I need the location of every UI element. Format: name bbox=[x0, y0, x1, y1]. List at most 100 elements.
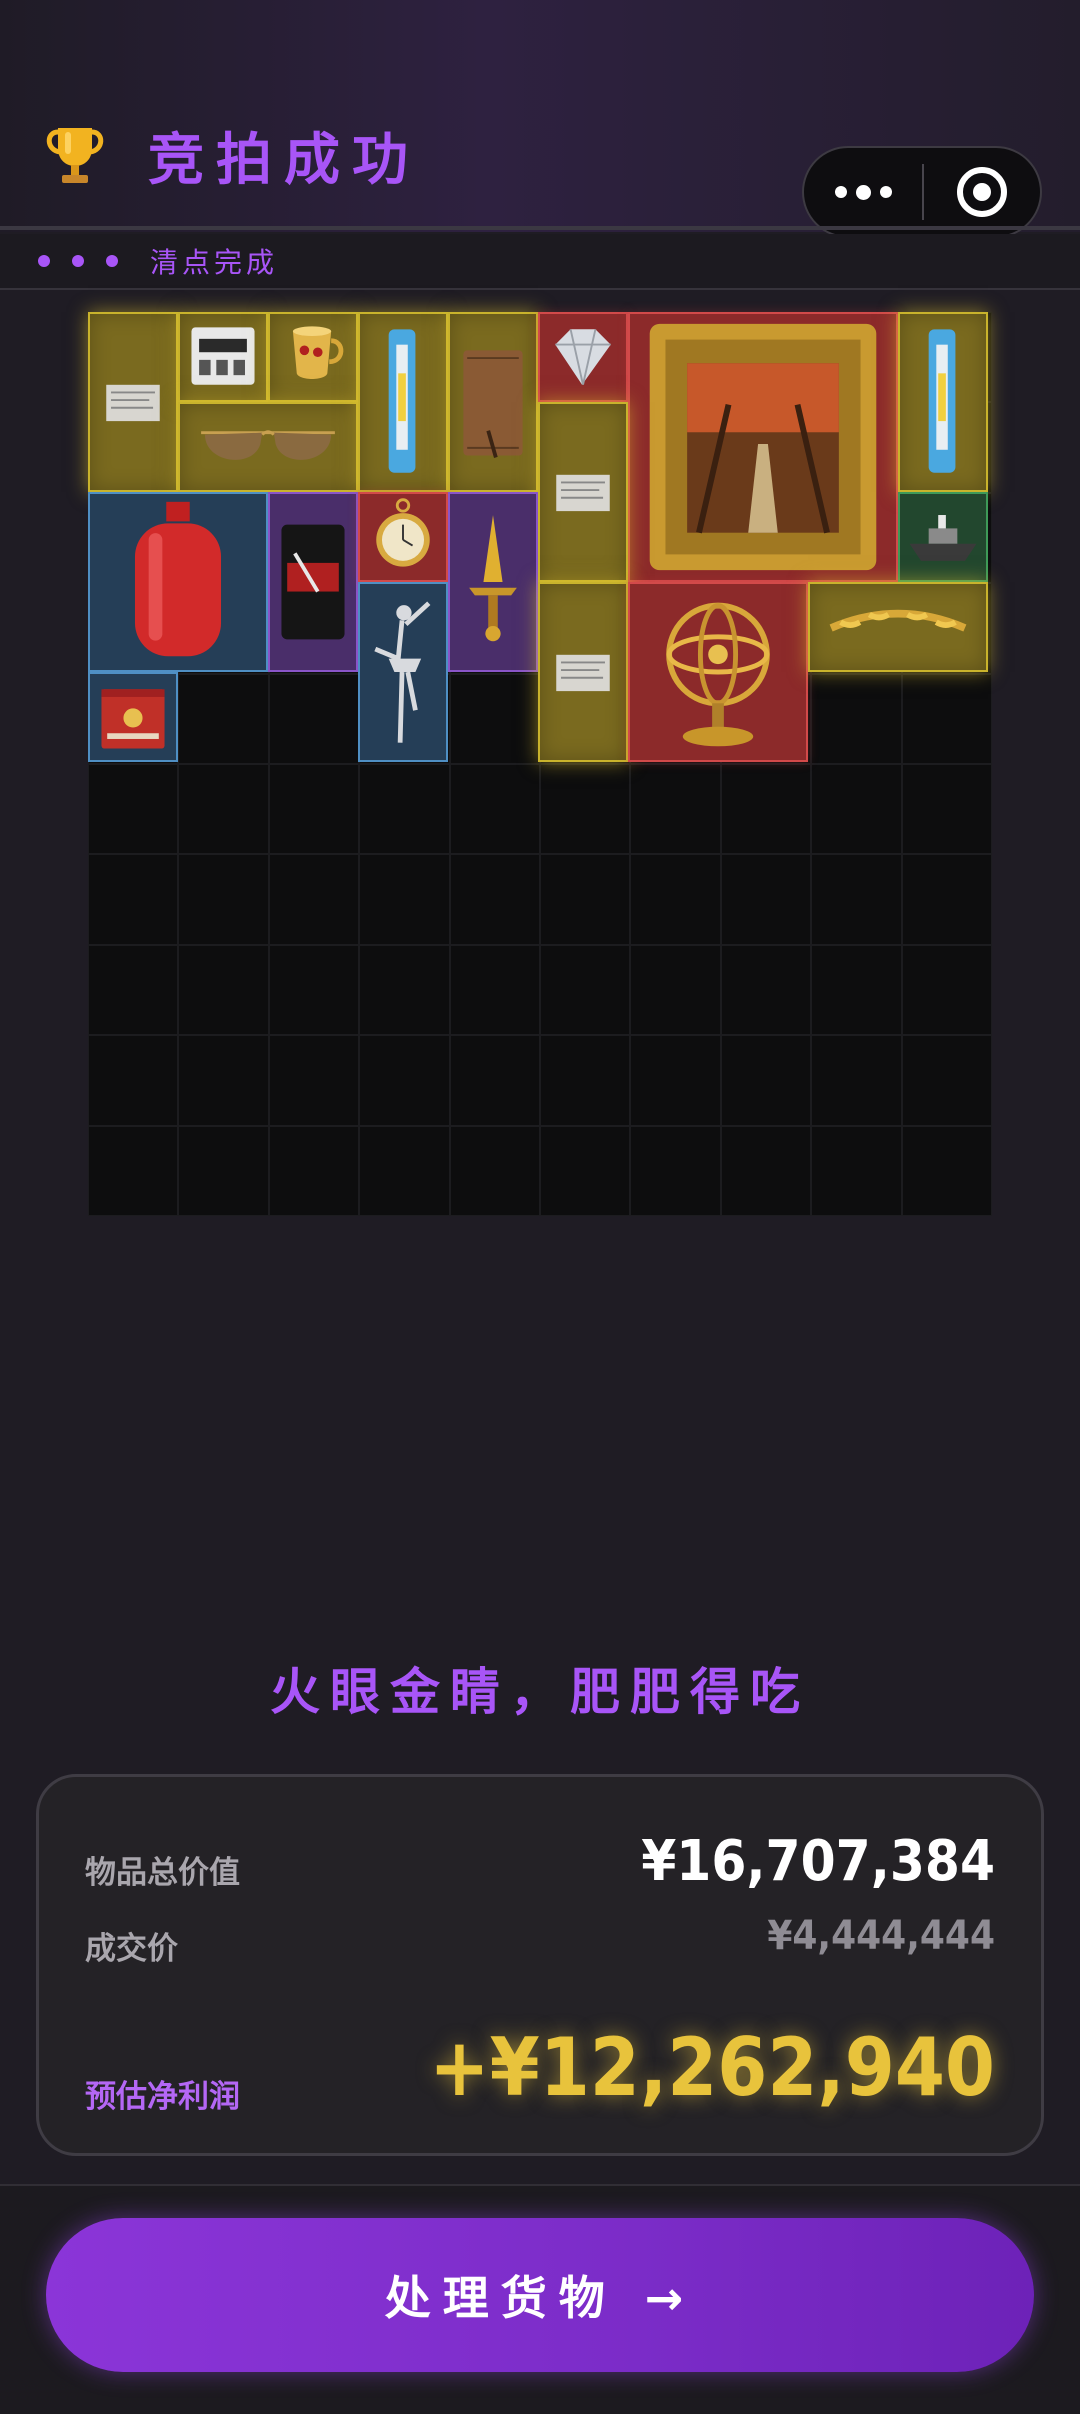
tin-box-icon bbox=[101, 689, 165, 749]
grid-cell bbox=[359, 1125, 450, 1216]
page-title: 竞拍成功 bbox=[148, 127, 420, 193]
grid-cell bbox=[449, 673, 540, 764]
grid-cell bbox=[901, 673, 992, 764]
ship-icon bbox=[909, 515, 977, 561]
header-divider bbox=[0, 226, 1080, 230]
item-paper-document[interactable] bbox=[88, 312, 178, 492]
dagger-icon bbox=[469, 515, 517, 642]
grid-cell bbox=[540, 944, 631, 1036]
item-golden-dagger[interactable] bbox=[448, 492, 538, 672]
grid-cell bbox=[359, 1035, 450, 1126]
inventory-grid bbox=[88, 312, 992, 1216]
item-armillary-sphere[interactable] bbox=[628, 582, 808, 762]
status-dot bbox=[106, 255, 118, 267]
item-syringe-2[interactable] bbox=[898, 312, 988, 492]
syringe-icon bbox=[928, 329, 956, 473]
grid-cell bbox=[901, 854, 992, 945]
grid-cell bbox=[268, 673, 360, 764]
grid-cell bbox=[720, 944, 812, 1036]
status-text: 清点完成 bbox=[150, 246, 279, 279]
grid-cell bbox=[540, 764, 631, 855]
grid-cell bbox=[449, 1125, 540, 1216]
item-electric-meter[interactable] bbox=[178, 312, 268, 402]
deal-price-amount: ¥4,444,444 bbox=[767, 1913, 995, 1959]
armillary-sphere-icon bbox=[666, 602, 770, 747]
deal-price-label: 成交价 bbox=[85, 1931, 178, 1967]
grid-cell bbox=[449, 944, 540, 1036]
status-dot bbox=[38, 255, 50, 267]
more-button[interactable] bbox=[804, 148, 922, 236]
item-pocket-watch[interactable] bbox=[358, 492, 448, 582]
item-ballerina-statue[interactable] bbox=[358, 582, 448, 762]
gold-cup-icon bbox=[292, 326, 344, 379]
item-aviator-sunglasses[interactable] bbox=[178, 402, 358, 492]
grid-cell bbox=[178, 673, 269, 764]
grid-cell bbox=[540, 1035, 631, 1126]
grid-cell bbox=[811, 673, 902, 764]
item-laurel-crown[interactable] bbox=[808, 582, 988, 672]
electric-meter-icon bbox=[191, 327, 255, 385]
grid-cell bbox=[630, 1035, 721, 1126]
item-gas-cylinder[interactable] bbox=[88, 492, 268, 672]
grid-cell bbox=[268, 944, 360, 1036]
header-title-group: 竞拍成功 bbox=[40, 120, 420, 193]
trophy-icon bbox=[46, 128, 104, 183]
grid-cell bbox=[901, 764, 992, 855]
slogan-text: 火眼金睛，肥肥得吃 bbox=[270, 1663, 810, 1721]
grid-cell bbox=[720, 1125, 812, 1216]
item-leather-notebook[interactable] bbox=[448, 312, 538, 492]
more-dots-icon bbox=[834, 186, 847, 198]
grid-cell bbox=[268, 854, 360, 945]
grid-cell bbox=[359, 944, 450, 1036]
grid-cell bbox=[88, 944, 179, 1036]
grid-cell bbox=[901, 1035, 992, 1126]
grid-cell bbox=[811, 944, 902, 1036]
item-ship-model[interactable] bbox=[898, 492, 988, 582]
notebook-icon bbox=[463, 350, 523, 458]
close-miniapp-button[interactable] bbox=[924, 148, 1040, 236]
header-bar: 竞拍成功 bbox=[0, 0, 1080, 238]
grid-cell bbox=[88, 854, 179, 945]
item-gold-cup[interactable] bbox=[268, 312, 358, 402]
coffee-bag-icon bbox=[281, 524, 345, 640]
item-oil-painting[interactable] bbox=[628, 312, 898, 582]
grid-cell bbox=[811, 764, 902, 855]
grid-cell bbox=[268, 1035, 360, 1126]
grid-cell bbox=[268, 764, 360, 855]
paper-icon bbox=[106, 384, 160, 422]
paper-icon bbox=[556, 654, 610, 692]
item-paper-document-2[interactable] bbox=[538, 402, 628, 582]
item-diamond[interactable] bbox=[538, 312, 628, 402]
grid-cell bbox=[88, 764, 179, 855]
process-goods-button[interactable]: 处理货物 → bbox=[46, 2218, 1034, 2372]
grid-cell bbox=[811, 854, 902, 945]
grid-cell bbox=[901, 1125, 992, 1216]
grid-cell bbox=[88, 1035, 179, 1126]
profit-summary-card: 物品总价值 ¥16,707,384 成交价 ¥4,444,444 预估净利润 +… bbox=[36, 1774, 1044, 2156]
sunglasses-icon bbox=[201, 430, 335, 460]
miniapp-capsule bbox=[802, 146, 1042, 238]
grid-cell bbox=[630, 944, 721, 1036]
gas-cylinder-icon bbox=[134, 501, 222, 657]
grid-cell bbox=[630, 1125, 721, 1216]
grid-cell bbox=[901, 944, 992, 1036]
grid-cell bbox=[720, 854, 812, 945]
grid-cell bbox=[540, 1125, 631, 1216]
ballerina-icon bbox=[374, 601, 431, 743]
laurel-crown-icon bbox=[829, 609, 967, 632]
grid-cell bbox=[178, 854, 269, 945]
grid-cell bbox=[178, 1035, 269, 1126]
item-red-tin-box[interactable] bbox=[88, 672, 178, 762]
grid-cell bbox=[449, 854, 540, 945]
status-dot bbox=[72, 255, 84, 267]
grid-cell bbox=[359, 854, 450, 945]
item-coffee-bag[interactable] bbox=[268, 492, 358, 672]
grid-cell bbox=[359, 764, 450, 855]
grid-cell bbox=[540, 854, 631, 945]
grid-cell bbox=[178, 1125, 269, 1216]
grid-cell bbox=[268, 1125, 360, 1216]
grid-cell bbox=[630, 854, 721, 945]
item-paper-document-3[interactable] bbox=[538, 582, 628, 762]
net-profit-label: 预估净利润 bbox=[85, 2079, 240, 2115]
item-syringe[interactable] bbox=[358, 312, 448, 492]
